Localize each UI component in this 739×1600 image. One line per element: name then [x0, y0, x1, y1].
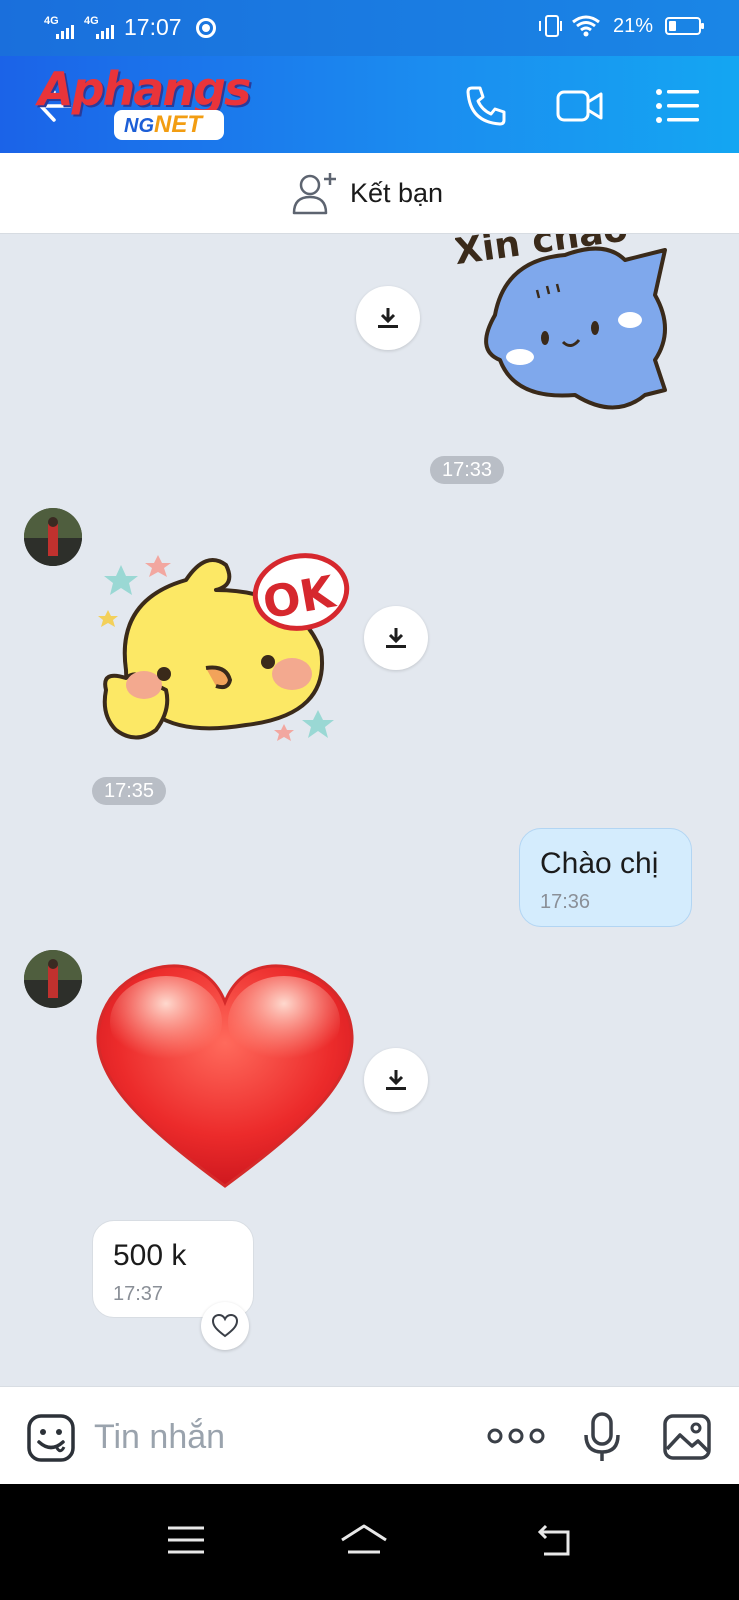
message-time: 17:37 [113, 1283, 164, 1305]
logo-sub-badge: NGNET [114, 110, 224, 140]
download-button[interactable] [364, 1048, 428, 1112]
time-pill: 17:33 [430, 456, 505, 484]
status-left: 4G 4G 17:07 [42, 14, 216, 41]
download-icon [386, 1070, 406, 1090]
chrome-icon [195, 17, 216, 38]
add-friend-label: Kết bạn [350, 177, 444, 208]
chat-messages[interactable]: Xin chào 17:33 OK 17:35 Chào chị 17:36 5… [0, 234, 739, 1386]
contact-avatar[interactable] [24, 950, 82, 1008]
sticker-blue-cat[interactable]: Xin chào [455, 234, 695, 430]
signal-icon: 4G [82, 15, 116, 41]
phone-icon[interactable] [462, 82, 510, 130]
sticker-yellow-chick[interactable]: OK [96, 540, 356, 760]
more-dots-icon[interactable] [486, 1421, 546, 1451]
system-navigation-bar [0, 1484, 739, 1600]
avatar-photo [24, 508, 82, 566]
menu-lines-icon[interactable] [162, 1520, 210, 1560]
video-call-icon[interactable] [556, 82, 604, 130]
outgoing-message-bubble[interactable]: Chào chị 17:36 [519, 828, 692, 927]
contact-avatar[interactable] [24, 508, 82, 566]
home-icon[interactable] [338, 1520, 390, 1560]
signal-icon: 4G [42, 15, 76, 41]
add-friend-bar[interactable]: Kết bạn [0, 153, 739, 234]
download-icon [378, 308, 398, 328]
add-friend-button[interactable]: Kết bạn [292, 171, 443, 215]
battery-percent: 21% [612, 14, 653, 37]
message-text: Chào chị [540, 847, 659, 880]
add-user-icon [292, 173, 336, 215]
chat-header: Aphangs NGNET [0, 56, 739, 153]
message-input[interactable] [94, 1413, 454, 1461]
logo-main-text: Aphangs [38, 62, 251, 116]
back-icon[interactable] [530, 1520, 578, 1560]
microphone-icon[interactable] [582, 1411, 622, 1463]
battery-icon [665, 17, 704, 35]
status-time: 17:07 [124, 14, 182, 40]
sticker-red-heart[interactable] [94, 964, 356, 1190]
message-text: 500 k [113, 1239, 187, 1272]
avatar-photo [24, 950, 82, 1008]
message-input-bar [0, 1386, 739, 1484]
watermark-logo: Aphangs NGNET [38, 58, 268, 148]
logo-sub-prefix: NG [124, 115, 154, 137]
message-time: 17:36 [540, 891, 591, 913]
image-icon[interactable] [662, 1413, 712, 1461]
logo-sub-suffix: NET [154, 111, 202, 138]
reaction-button[interactable] [201, 1302, 249, 1350]
status-bar: 4G 4G 17:07 21% [0, 0, 739, 56]
list-menu-icon[interactable] [654, 82, 702, 130]
download-button[interactable] [364, 606, 428, 670]
heart-outline-icon [212, 1314, 238, 1338]
emoji-icon[interactable] [26, 1413, 76, 1463]
download-button[interactable] [356, 286, 420, 350]
time-pill: 17:35 [92, 777, 167, 805]
vibrate-icon [538, 15, 562, 37]
wifi-icon [572, 15, 600, 37]
download-icon [386, 628, 406, 648]
status-right: 21% [538, 14, 704, 38]
